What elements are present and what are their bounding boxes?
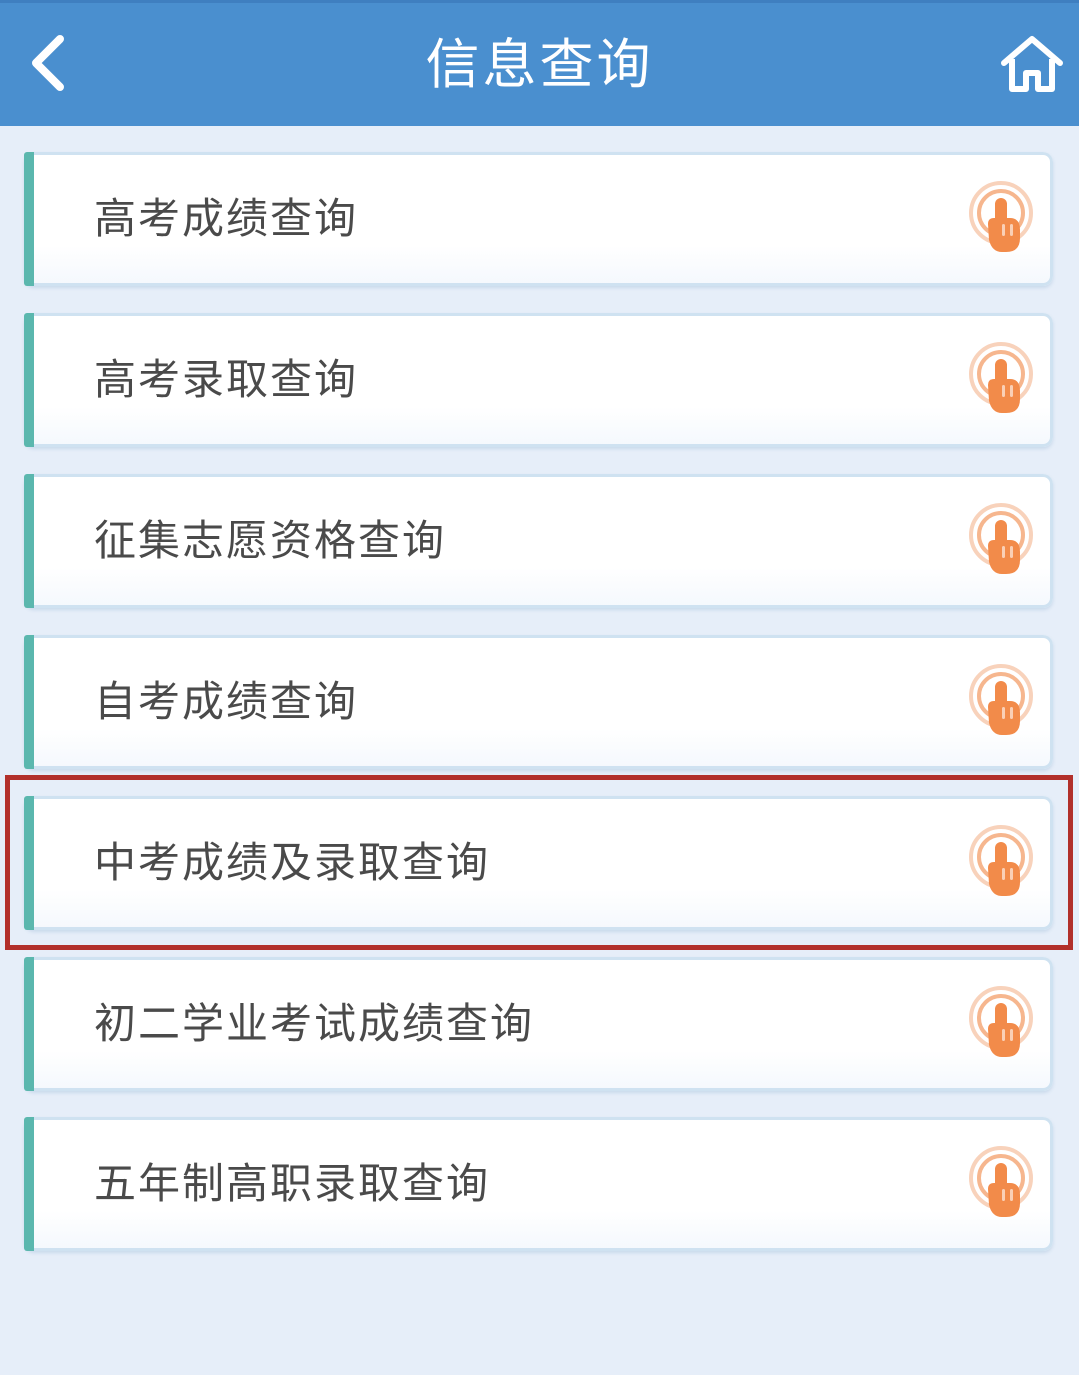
item-accent-bar <box>24 152 34 286</box>
tap-finger-icon <box>969 342 1033 413</box>
menu-item-label: 高考成绩查询 <box>94 194 359 243</box>
menu-item-label: 自考成绩查询 <box>94 677 359 726</box>
page-title: 信息查询 <box>425 33 654 96</box>
menu-item-label: 五年制高职录取查询 <box>94 1159 491 1208</box>
item-accent-bar <box>24 635 34 769</box>
menu-item-label: 高考录取查询 <box>94 355 359 404</box>
item-accent-bar <box>24 1117 34 1251</box>
menu-item-supplementary-qualification[interactable]: 征集志愿资格查询 <box>24 474 1053 608</box>
menu-item-gaokao-score[interactable]: 高考成绩查询 <box>24 152 1053 286</box>
menu-item-gaokao-admission[interactable]: 高考录取查询 <box>24 313 1053 447</box>
tap-finger-icon <box>969 181 1033 252</box>
menu-item-grade8-exam-score[interactable]: 初二学业考试成绩查询 <box>24 957 1053 1091</box>
item-accent-bar <box>24 796 34 930</box>
home-icon <box>1001 36 1063 92</box>
menu-item-self-study-score[interactable]: 自考成绩查询 <box>24 635 1053 769</box>
tap-finger-icon <box>969 503 1033 574</box>
home-button[interactable] <box>998 31 1066 97</box>
tap-finger-icon <box>969 825 1033 896</box>
item-accent-bar <box>24 313 34 447</box>
tap-finger-icon <box>969 1146 1033 1217</box>
app-header: 信息查询 <box>0 0 1079 126</box>
tap-finger-icon <box>969 664 1033 735</box>
item-accent-bar <box>24 957 34 1091</box>
menu-item-zhongkao-score-admission[interactable]: 中考成绩及录取查询 <box>24 796 1053 930</box>
item-accent-bar <box>24 474 34 608</box>
menu-item-five-year-vocational-admission[interactable]: 五年制高职录取查询 <box>24 1117 1053 1251</box>
menu-item-label: 初二学业考试成绩查询 <box>94 999 535 1048</box>
menu-item-label: 中考成绩及录取查询 <box>94 838 491 887</box>
tap-finger-icon <box>969 986 1033 1057</box>
menu-item-label: 征集志愿资格查询 <box>94 516 447 565</box>
